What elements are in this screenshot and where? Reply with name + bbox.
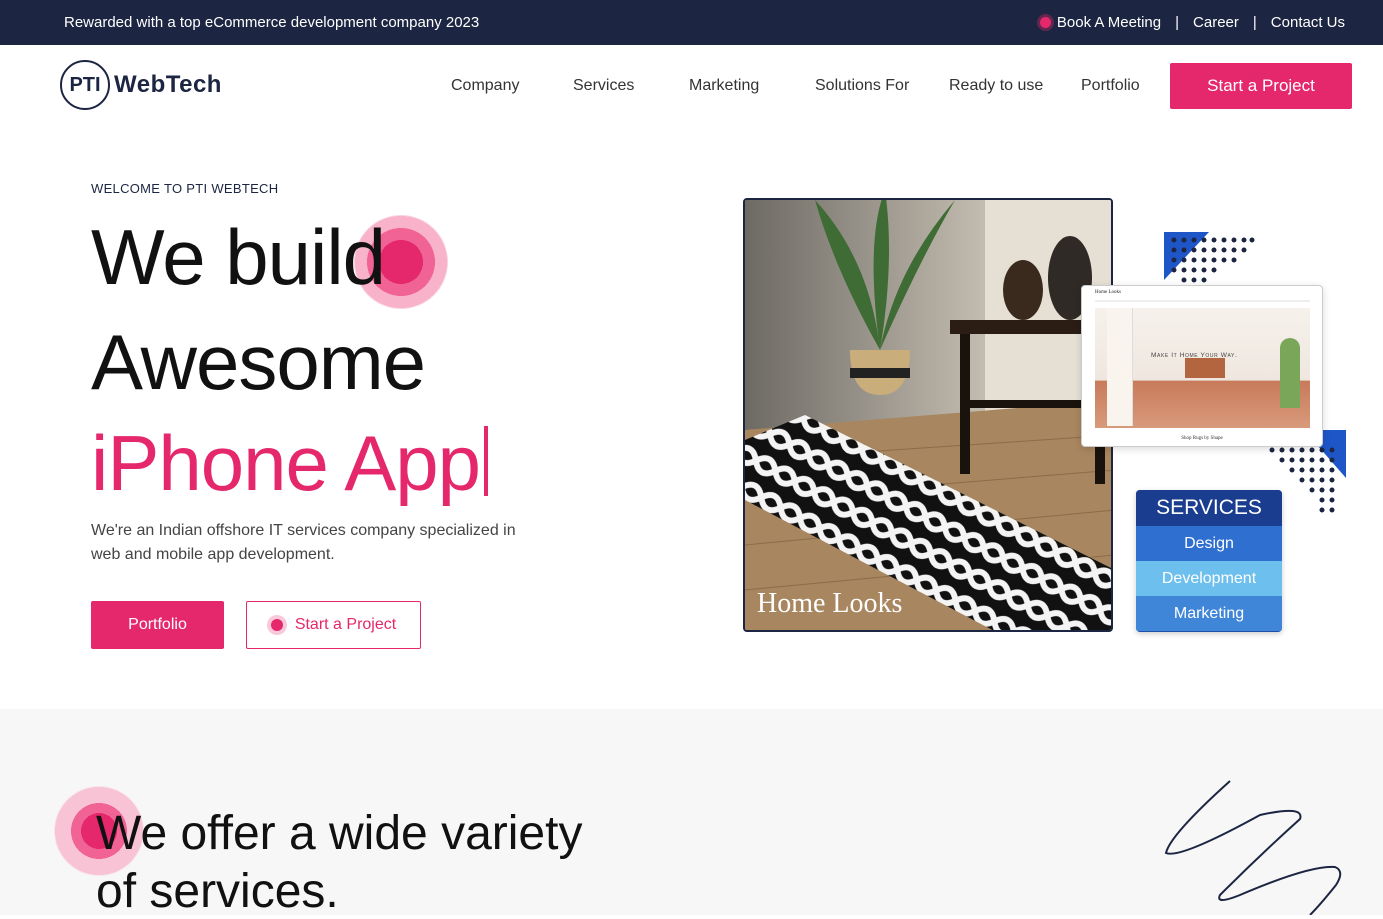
mockup-footer: Shop Rugs by Shape (1181, 436, 1223, 441)
logo-name: WebTech (114, 71, 222, 98)
hero-rotating-word: iPhone App (91, 419, 481, 507)
nav-item-company[interactable]: Company (451, 77, 519, 95)
mockup-brand: Home Looks (1095, 290, 1121, 295)
hero-start-project-label: Start a Project (294, 616, 397, 633)
services-card-development: Development (1136, 561, 1282, 596)
dot-pattern-decoration (1164, 232, 1255, 283)
separator: | (1252, 14, 1257, 31)
services-card: SERVICES Design Development Marketing (1136, 490, 1282, 632)
mockup-hero-image: Make It Home Your Way. (1095, 308, 1310, 428)
hero-start-project-button[interactable]: Start a Project (246, 601, 421, 649)
hero-showcase-image: Home Looks (743, 198, 1113, 632)
squiggle-decoration (1164, 780, 1342, 915)
services-card-title: SERVICES (1136, 490, 1282, 526)
separator: | (1175, 14, 1180, 31)
top-announcement-bar: Rewarded with a top eCommerce developmen… (0, 0, 1383, 45)
hero-heading-line2: Awesome (91, 318, 426, 406)
award-text: Rewarded with a top eCommerce developmen… (64, 14, 480, 31)
nav-item-services[interactable]: Services (573, 77, 634, 95)
hero-eyebrow: WELCOME TO PTI WEBTECH (91, 181, 279, 196)
nav-item-marketing[interactable]: Marketing (689, 77, 759, 95)
start-project-button[interactable]: Start a Project (1170, 63, 1352, 109)
nav-item-ready-to-use[interactable]: Ready to use (949, 77, 1043, 95)
photo-caption: Home Looks (757, 588, 903, 619)
pulse-dot-icon (270, 619, 283, 631)
hero-description: We're an Indian offshore IT services com… (91, 522, 516, 563)
main-nav: PTI WebTech Company Services Marketing S… (0, 45, 1383, 129)
typing-cursor (484, 426, 489, 496)
hero-heading-line1: We build (91, 213, 386, 301)
nav-item-portfolio[interactable]: Portfolio (1081, 77, 1140, 95)
contact-link[interactable]: Contact Us (1271, 14, 1345, 31)
section-heading-line2: of services. (96, 865, 339, 918)
pulse-dot-icon (1039, 17, 1051, 28)
hero-heading-line3: iPhone App (91, 418, 489, 509)
logo-mark: PTI (60, 60, 110, 110)
mockup-tagline: Make It Home Your Way. (1151, 352, 1238, 359)
section-heading-line1: We offer a wide variety (96, 807, 583, 860)
mockup-navbar (1095, 300, 1310, 302)
rug-room-illustration (745, 200, 1111, 630)
nav-item-solutions[interactable]: Solutions For (815, 77, 909, 95)
book-meeting-link[interactable]: Book A Meeting (1057, 14, 1161, 31)
services-card-design: Design (1136, 526, 1282, 561)
website-mockup-card: Home Looks Make It Home Your Way. Shop R… (1081, 285, 1323, 447)
site-logo[interactable]: PTI WebTech (60, 60, 222, 110)
services-card-marketing: Marketing (1136, 596, 1282, 631)
top-links: Book A Meeting | Career | Contact Us (1039, 14, 1345, 31)
portfolio-button[interactable]: Portfolio (91, 601, 224, 649)
career-link[interactable]: Career (1193, 14, 1239, 31)
